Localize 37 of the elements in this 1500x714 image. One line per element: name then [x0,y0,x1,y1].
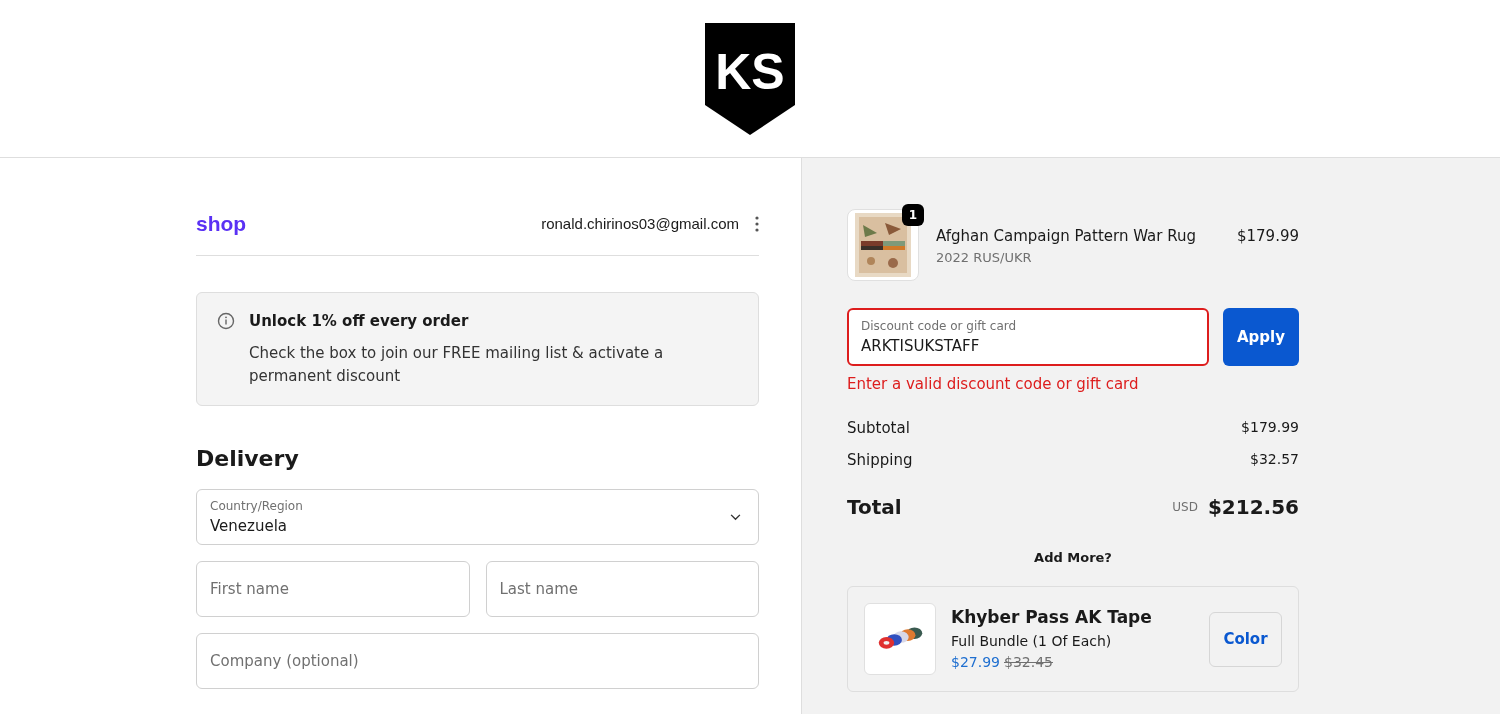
field-value: Venezuela [210,515,289,537]
notice-title: Unlock 1% off every order [249,310,470,332]
text-field[interactable]: Last name [485,561,759,617]
compare-price: $32.45 [1004,652,1053,672]
text-field[interactable]: First name [196,561,470,617]
account-email: ronald.chirinos03@gmail.com [541,213,739,234]
apply-button[interactable]: Apply [1223,308,1299,366]
total-label: Total [847,493,902,521]
product-variant: 2022 RUS/UKR [936,248,1033,267]
field-label: Country/Region [210,497,303,515]
total-value: $212.56 [1207,493,1299,521]
error-message: Enter a valid discount code or gift card [847,374,1140,395]
sale-price: $27.99 [951,652,1000,672]
delivery-heading: Delivery [196,445,300,473]
upsell-name: Khyber Pass AK Tape [951,606,1153,630]
color-button[interactable]: Color [1209,611,1282,667]
discount-field[interactable]: Discount code or gift card ARKTISUKSTAFF [847,308,1209,366]
more-icon[interactable] [755,215,759,232]
chevron-down-icon [730,513,741,521]
field-value: ARKTISUKSTAFF [861,335,981,357]
logo: KS [705,22,795,135]
upsell-variant: Full Bundle (1 Of Each) [951,631,1113,651]
quantity-badge: 1 [902,204,924,226]
product-price: $179.99 [1236,226,1299,247]
info-icon [217,311,235,330]
field-label: Discount code or gift card [861,317,1018,335]
product-name: Afghan Campaign Pattern War Rug [936,226,1197,247]
summary-label: Shipping [847,450,913,471]
notice-text: Check the box to join our FREE mailing list & activate a permanent discount [249,343,665,387]
shop-logo: shop [196,211,247,237]
summary-value: $179.99 [1241,417,1299,437]
upsell-heading: Add More? [1033,548,1113,567]
country-select[interactable]: Country/Region Venezuela [196,489,759,545]
text-field[interactable]: Company (optional) [196,633,759,689]
currency-code: USD [1172,498,1198,516]
summary-value: $32.57 [1250,450,1299,469]
summary-label: Subtotal [847,417,910,439]
